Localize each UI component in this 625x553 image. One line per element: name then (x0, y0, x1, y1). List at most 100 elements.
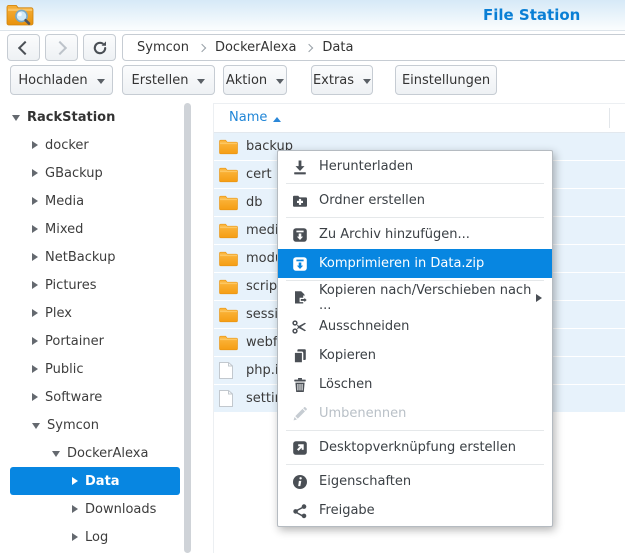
sidebar-item-label: Symcon (47, 418, 99, 433)
menu-separator (286, 430, 544, 431)
menu-item-zu-archiv-hinzuf-gen[interactable]: Zu Archiv hinzufügen... (278, 220, 552, 249)
menu-item-freigabe[interactable]: Freigabe (278, 496, 552, 525)
expand-arrow-icon[interactable] (32, 253, 38, 261)
share-icon (291, 502, 308, 519)
sidebar-item-label: Software (45, 390, 102, 405)
expand-arrow-icon[interactable] (72, 505, 78, 513)
refresh-button[interactable] (83, 34, 116, 61)
forward-button[interactable] (45, 34, 78, 61)
sidebar-item-mixed[interactable]: Mixed (0, 215, 200, 243)
expand-arrow-icon[interactable] (32, 393, 38, 401)
menu-item-ausschneiden[interactable]: Ausschneiden (278, 312, 552, 341)
file-station-icon[interactable] (6, 3, 34, 27)
toolbar-button-extras[interactable]: Extras (311, 65, 373, 95)
trash-icon (291, 376, 308, 393)
expand-arrow-icon[interactable] (32, 225, 38, 233)
sidebar-item-label: Public (45, 362, 83, 377)
sidebar-item-label: Log (85, 530, 108, 545)
menu-item-kopieren[interactable]: Kopieren (278, 341, 552, 370)
column-divider[interactable] (609, 108, 610, 128)
menu-item-label: Zu Archiv hinzufügen... (319, 227, 470, 242)
menu-item-label: Kopieren (319, 348, 376, 363)
sidebar-item-dockeralexa[interactable]: DockerAlexa (0, 439, 200, 467)
sidebar-item-log[interactable]: Log (0, 523, 200, 551)
menu-item-label: Komprimieren in Data.zip (319, 256, 484, 271)
breadcrumb-item-dockeralexa[interactable]: DockerAlexa (215, 40, 296, 55)
expand-arrow-icon[interactable] (32, 337, 38, 345)
collapse-arrow-icon[interactable] (52, 451, 60, 457)
copy-move-icon (291, 289, 308, 306)
menu-item-label: Umbenennen (319, 406, 406, 421)
sidebar-item-media[interactable]: Media (0, 187, 200, 215)
breadcrumb[interactable]: Symcon DockerAlexa Data (122, 34, 625, 61)
breadcrumb-separator-icon (198, 43, 206, 51)
copy-icon (291, 347, 308, 364)
toolbar-button-erstellen[interactable]: Erstellen (122, 65, 215, 95)
menu-item-kopieren-nach-verschieben-nach[interactable]: Kopieren nach/Verschieben nach ... (278, 283, 552, 312)
toolbar-button-label: Extras (313, 73, 354, 88)
archive-add-icon (291, 226, 308, 243)
sidebar-item-label: Plex (45, 306, 72, 321)
expand-arrow-icon[interactable] (32, 169, 38, 177)
menu-item-label: Freigabe (319, 503, 375, 518)
file-name: cert (246, 167, 272, 182)
menu-item-label: Kopieren nach/Verschieben nach ... (319, 283, 536, 313)
sidebar-item-gbackup[interactable]: GBackup (0, 159, 200, 187)
sidebar-item-netbackup[interactable]: NetBackup (0, 243, 200, 271)
toolbar-button-aktion[interactable]: Aktion (223, 65, 287, 95)
expand-arrow-icon[interactable] (32, 197, 38, 205)
breadcrumb-separator-icon (305, 43, 313, 51)
sidebar-item-label: NetBackup (45, 250, 115, 265)
sidebar-item-rackstation[interactable]: RackStation (0, 103, 200, 131)
expand-arrow-icon[interactable] (32, 365, 38, 373)
sidebar-item-software[interactable]: Software (0, 383, 200, 411)
file-list-header[interactable]: Name (214, 104, 625, 133)
sidebar-item-public[interactable]: Public (0, 355, 200, 383)
folder-icon (219, 166, 239, 183)
sidebar-scrollbar[interactable] (184, 103, 191, 553)
menu-item-desktopverkn-pfung-erstellen[interactable]: Desktopverknüpfung erstellen (278, 433, 552, 462)
sidebar-item-downloads[interactable]: Downloads (0, 495, 200, 523)
sidebar-item-pictures[interactable]: Pictures (0, 271, 200, 299)
info-icon (291, 473, 308, 490)
sidebar-item-label: Downloads (85, 502, 156, 517)
scissors-icon (291, 318, 308, 335)
collapse-arrow-icon[interactable] (12, 115, 20, 121)
breadcrumb-item-symcon[interactable]: Symcon (137, 40, 189, 55)
app-title: File Station (483, 6, 580, 24)
refresh-icon (92, 40, 108, 56)
menu-item-label: Herunterladen (319, 159, 413, 174)
expand-arrow-icon[interactable] (32, 309, 38, 317)
dropdown-caret-icon (363, 79, 371, 84)
submenu-arrow-icon (536, 294, 542, 302)
sidebar-item-plex[interactable]: Plex (0, 299, 200, 327)
dropdown-caret-icon (276, 79, 284, 84)
breadcrumb-item-data[interactable]: Data (322, 40, 353, 55)
file-name: db (246, 195, 263, 210)
menu-item-label: Ausschneiden (319, 319, 409, 334)
menu-item-ordner-erstellen[interactable]: Ordner erstellen (278, 186, 552, 215)
sidebar-item-docker[interactable]: docker (0, 131, 200, 159)
expand-arrow-icon[interactable] (32, 141, 38, 149)
toolbar-button-label: Erstellen (132, 73, 189, 88)
expand-arrow-icon[interactable] (32, 281, 38, 289)
menu-item-label: Eigenschaften (319, 474, 411, 489)
menu-separator (286, 280, 544, 281)
collapse-arrow-icon[interactable] (32, 423, 40, 429)
sidebar-item-data[interactable]: Data (10, 467, 180, 495)
toolbar-button-label: Einstellungen (402, 73, 490, 88)
menu-item-l-schen[interactable]: Löschen (278, 370, 552, 399)
toolbar-button-hochladen[interactable]: Hochladen (10, 65, 113, 95)
expand-arrow-icon[interactable] (72, 477, 78, 485)
menu-item-eigenschaften[interactable]: Eigenschaften (278, 467, 552, 496)
menu-item-komprimieren-in-data-zip[interactable]: Komprimieren in Data.zip (278, 249, 552, 278)
sidebar-item-symcon[interactable]: Symcon (0, 411, 200, 439)
column-header-name[interactable]: Name (229, 110, 267, 125)
back-button[interactable] (7, 34, 40, 61)
sidebar-item-portainer[interactable]: Portainer (0, 327, 200, 355)
expand-arrow-icon[interactable] (72, 533, 78, 541)
sidebar-item-label: RackStation (27, 110, 115, 125)
toolbar-button-einstellungen[interactable]: Einstellungen (395, 65, 497, 95)
menu-item-herunterladen[interactable]: Herunterladen (278, 152, 552, 181)
toolbar-button-label: Aktion (226, 73, 267, 88)
